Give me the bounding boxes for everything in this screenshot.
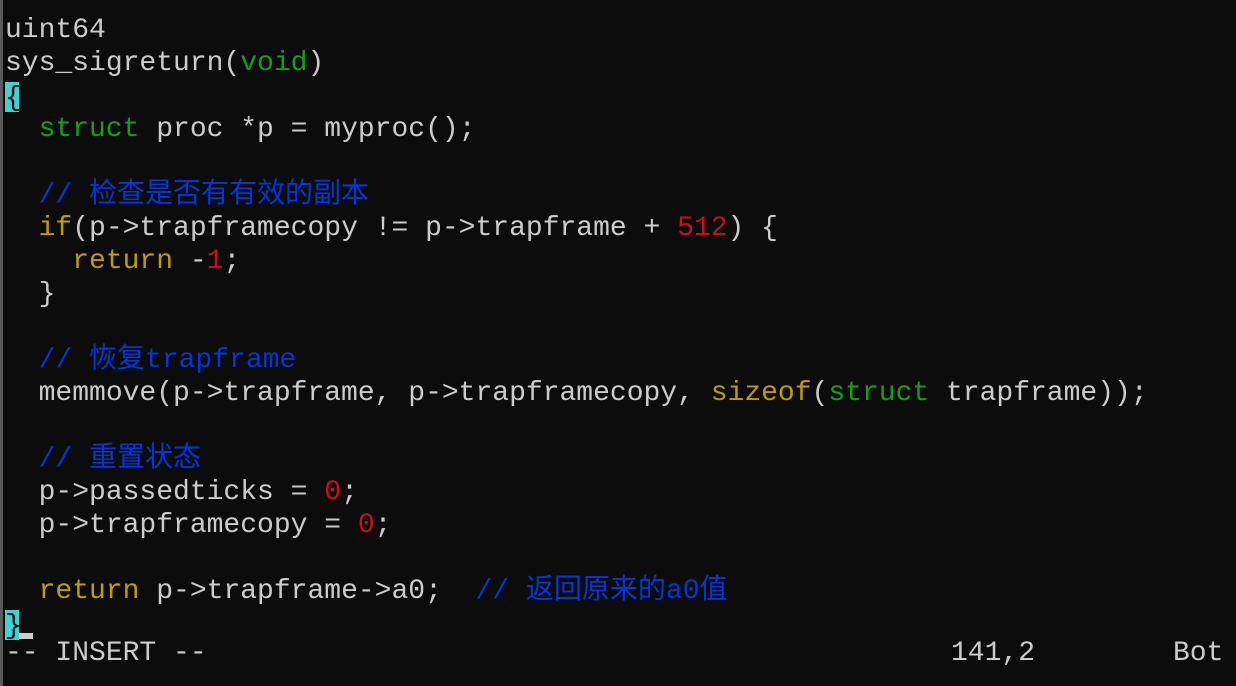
matched-brace: { — [5, 81, 22, 114]
code-line[interactable]: p->passedticks = 0; — [5, 476, 1236, 509]
code-token-default: ; — [341, 477, 358, 508]
code-line[interactable]: { — [5, 80, 1236, 114]
code-token-default: p->trapframe->a0; — [139, 576, 476, 607]
code-token-comment: // 返回原来的a0值 — [475, 576, 728, 607]
code-token-type: struct — [828, 378, 930, 409]
code-token-number: 512 — [677, 213, 728, 244]
code-token-default — [5, 575, 39, 608]
code-line[interactable]: uint64 — [5, 14, 1236, 47]
code-token-number: 0 — [324, 477, 342, 508]
code-line[interactable]: // 重置状态 — [5, 443, 1236, 476]
code-token-default: ; — [374, 510, 392, 541]
vim-editor-buffer[interactable]: uint64 sys_sigreturn(void){ struct proc *… — [5, 14, 1236, 642]
code-line[interactable]: sys_sigreturn(void) — [5, 47, 1236, 80]
matched-brace: } — [5, 609, 22, 642]
code-line[interactable]: // 恢复trapframe — [5, 344, 1236, 377]
code-token-default: ; — [223, 246, 241, 277]
code-token-keyword: return — [38, 576, 140, 607]
code-token-default: } — [5, 279, 56, 310]
code-line[interactable]: if (p->trapframecopy != p->trapframe + 51… — [5, 212, 1236, 245]
code-token-number: 1 — [206, 246, 224, 277]
code-token-comment: // 恢复trapframe — [5, 345, 297, 376]
code-line[interactable] — [5, 410, 1236, 443]
code-token-default: ) { — [727, 213, 778, 244]
code-token-keyword: if — [38, 213, 73, 244]
code-line[interactable] — [5, 311, 1236, 344]
code-line[interactable]: memmove(p->trapframe, p->trapframecopy, … — [5, 377, 1236, 410]
code-token-default — [5, 113, 39, 146]
code-token-default: ( — [811, 378, 829, 409]
code-token-number: 0 — [357, 510, 375, 541]
code-token-comment: // 检查是否有有效的副本 — [5, 180, 370, 211]
code-line[interactable] — [5, 542, 1236, 575]
code-token-default: (p->trapframecopy != p->trapframe + — [72, 213, 678, 244]
code-token-default: uint64 — [5, 15, 106, 46]
code-token-default: - — [173, 246, 207, 277]
code-line[interactable]: struct proc *p = myproc(); — [5, 113, 1236, 146]
mode-indicator: -- INSERT -- — [5, 638, 207, 669]
code-token-default: proc *p = myproc(); — [139, 114, 476, 145]
scroll-indicator: Bot — [1173, 638, 1224, 669]
code-line[interactable]: return -1; — [5, 245, 1236, 278]
vim-status-line: -- INSERT -- 141,2 Bot — [5, 637, 1225, 670]
code-line[interactable] — [5, 146, 1236, 179]
code-token-default — [5, 212, 39, 245]
code-line[interactable]: } — [5, 278, 1236, 311]
code-line[interactable]: // 检查是否有有效的副本 — [5, 179, 1236, 212]
code-token-default: p->passedticks = — [5, 477, 325, 508]
code-token-default: sys_sigreturn( — [5, 48, 241, 79]
code-line[interactable]: p->trapframecopy = 0; — [5, 509, 1236, 542]
terminal-window[interactable]: uint64 sys_sigreturn(void){ struct proc *… — [0, 0, 1236, 686]
code-token-keyword: sizeof — [710, 378, 812, 409]
cursor-position: 141,2 — [951, 638, 1036, 669]
code-token-keyword: return — [72, 246, 174, 277]
code-token-default: p->trapframecopy = — [5, 510, 358, 541]
code-token-default: ) — [307, 48, 325, 79]
code-token-type: struct — [38, 114, 140, 145]
code-token-default — [5, 245, 72, 278]
code-token-comment: // 重置状态 — [5, 444, 202, 475]
code-token-default: trapframe)); — [929, 378, 1148, 409]
code-line[interactable]: return p->trapframe->a0; // 返回原来的a0值 — [5, 575, 1236, 608]
code-token-type: void — [240, 48, 308, 79]
code-token-default: memmove(p->trapframe, p->trapframecopy, — [5, 378, 711, 409]
